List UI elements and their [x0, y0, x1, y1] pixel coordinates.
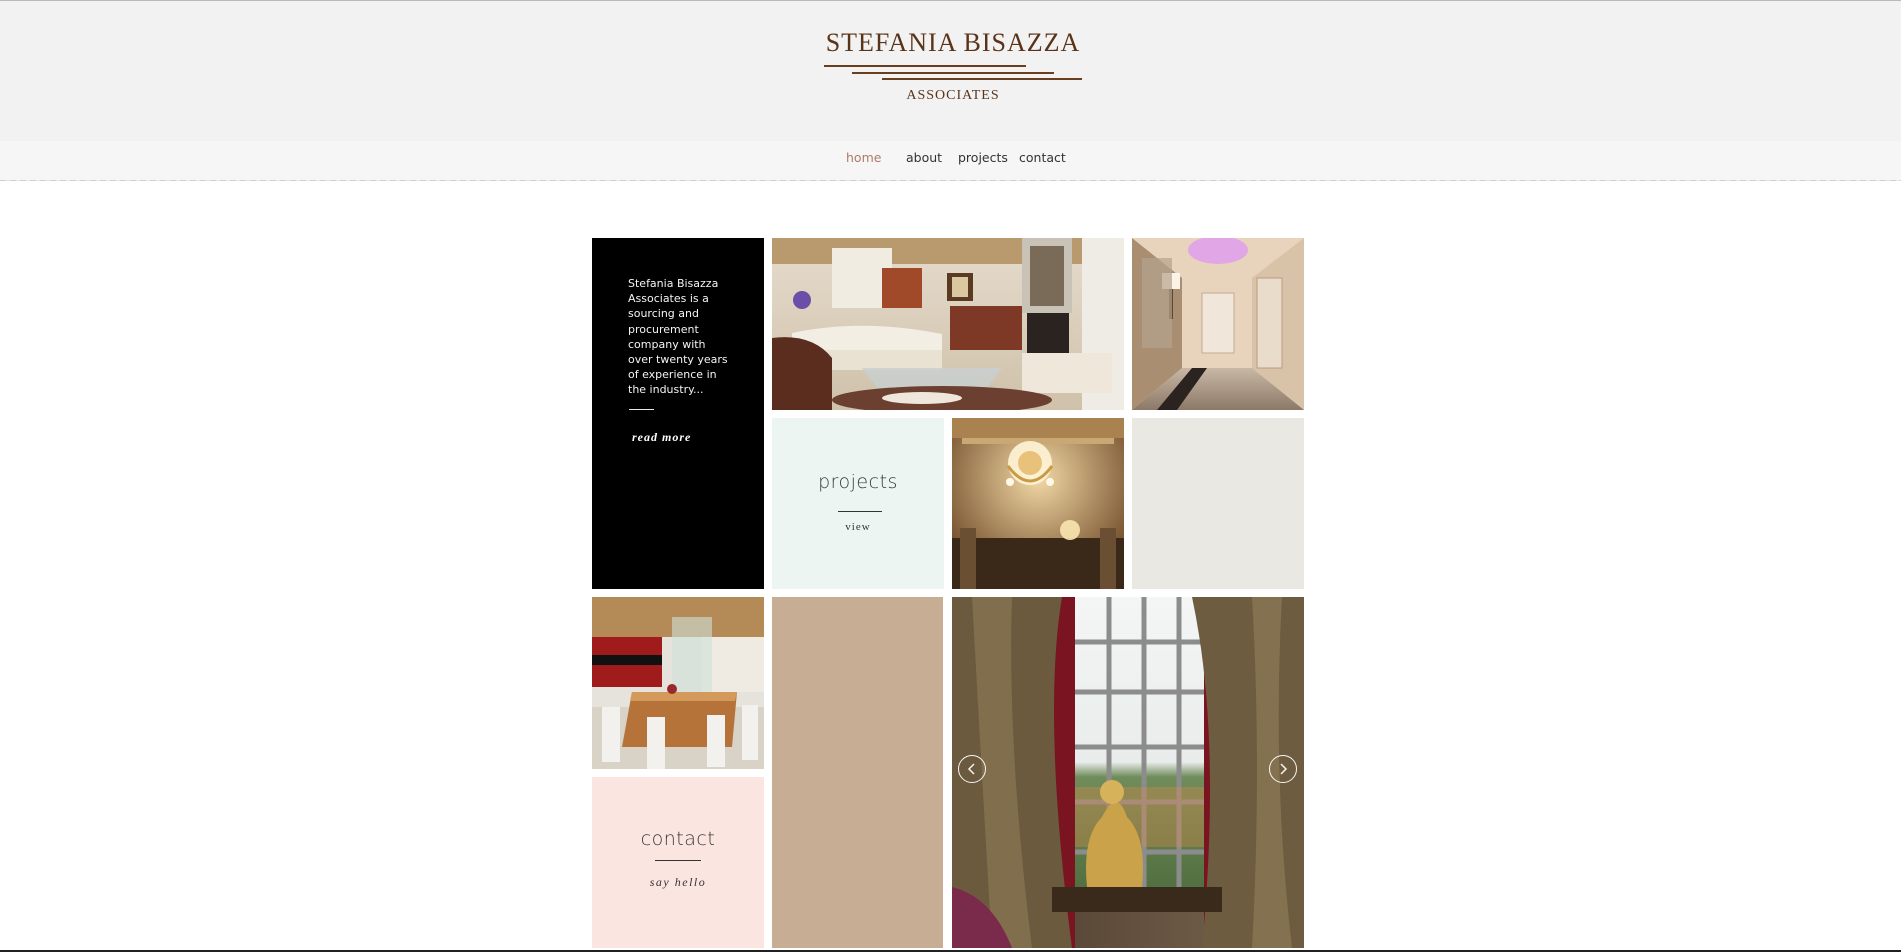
header-divider: [0, 180, 1901, 181]
arrow-right-icon: [1277, 763, 1289, 775]
slideshow-prev-button[interactable]: [958, 755, 986, 783]
chandelier-ceiling-photo[interactable]: [952, 418, 1124, 589]
logo-subtitle: ASSOCIATES: [906, 88, 1000, 103]
projects-heading: projects: [818, 471, 898, 493]
logo-title: STEFANIA BISAZZA: [825, 28, 1081, 57]
slideshow-next-button[interactable]: [1269, 755, 1297, 783]
projects-divider: [838, 511, 882, 512]
say-hello-link[interactable]: say hello: [592, 875, 764, 890]
blank-grey-tile: [1132, 418, 1304, 589]
logo-line: [824, 65, 1026, 67]
arrow-left-icon: [966, 763, 978, 775]
window-curtains-photo[interactable]: [952, 597, 1304, 948]
hallway-photo[interactable]: [1132, 238, 1304, 410]
contact-heading: contact: [640, 828, 716, 850]
nav-item-projects[interactable]: projects: [958, 150, 1008, 170]
logo-line: [882, 78, 1082, 80]
projects-view-link[interactable]: view: [772, 521, 944, 533]
contact-divider: [655, 860, 701, 861]
about-divider: [629, 409, 654, 410]
read-more-link[interactable]: read more: [632, 430, 691, 445]
blank-tan-tile: [772, 597, 943, 948]
about-tile: Stefania Bisazza Associates is a sourcin…: [592, 238, 764, 589]
living-room-photo[interactable]: [772, 238, 1124, 410]
dining-room-photo[interactable]: [592, 597, 764, 769]
nav-item-home[interactable]: home: [846, 150, 881, 170]
contact-tile[interactable]: contact say hello: [592, 777, 764, 948]
projects-tile[interactable]: projects view: [772, 418, 944, 589]
nav-item-about[interactable]: about: [906, 150, 942, 170]
nav-bar: [0, 141, 1901, 181]
site-logo[interactable]: STEFANIA BISAZZA ASSOCIATES: [824, 24, 1082, 110]
nav-item-contact[interactable]: contact: [1019, 150, 1066, 170]
logo-line: [852, 72, 1054, 74]
about-text: Stefania Bisazza Associates is a sourcin…: [628, 277, 728, 397]
